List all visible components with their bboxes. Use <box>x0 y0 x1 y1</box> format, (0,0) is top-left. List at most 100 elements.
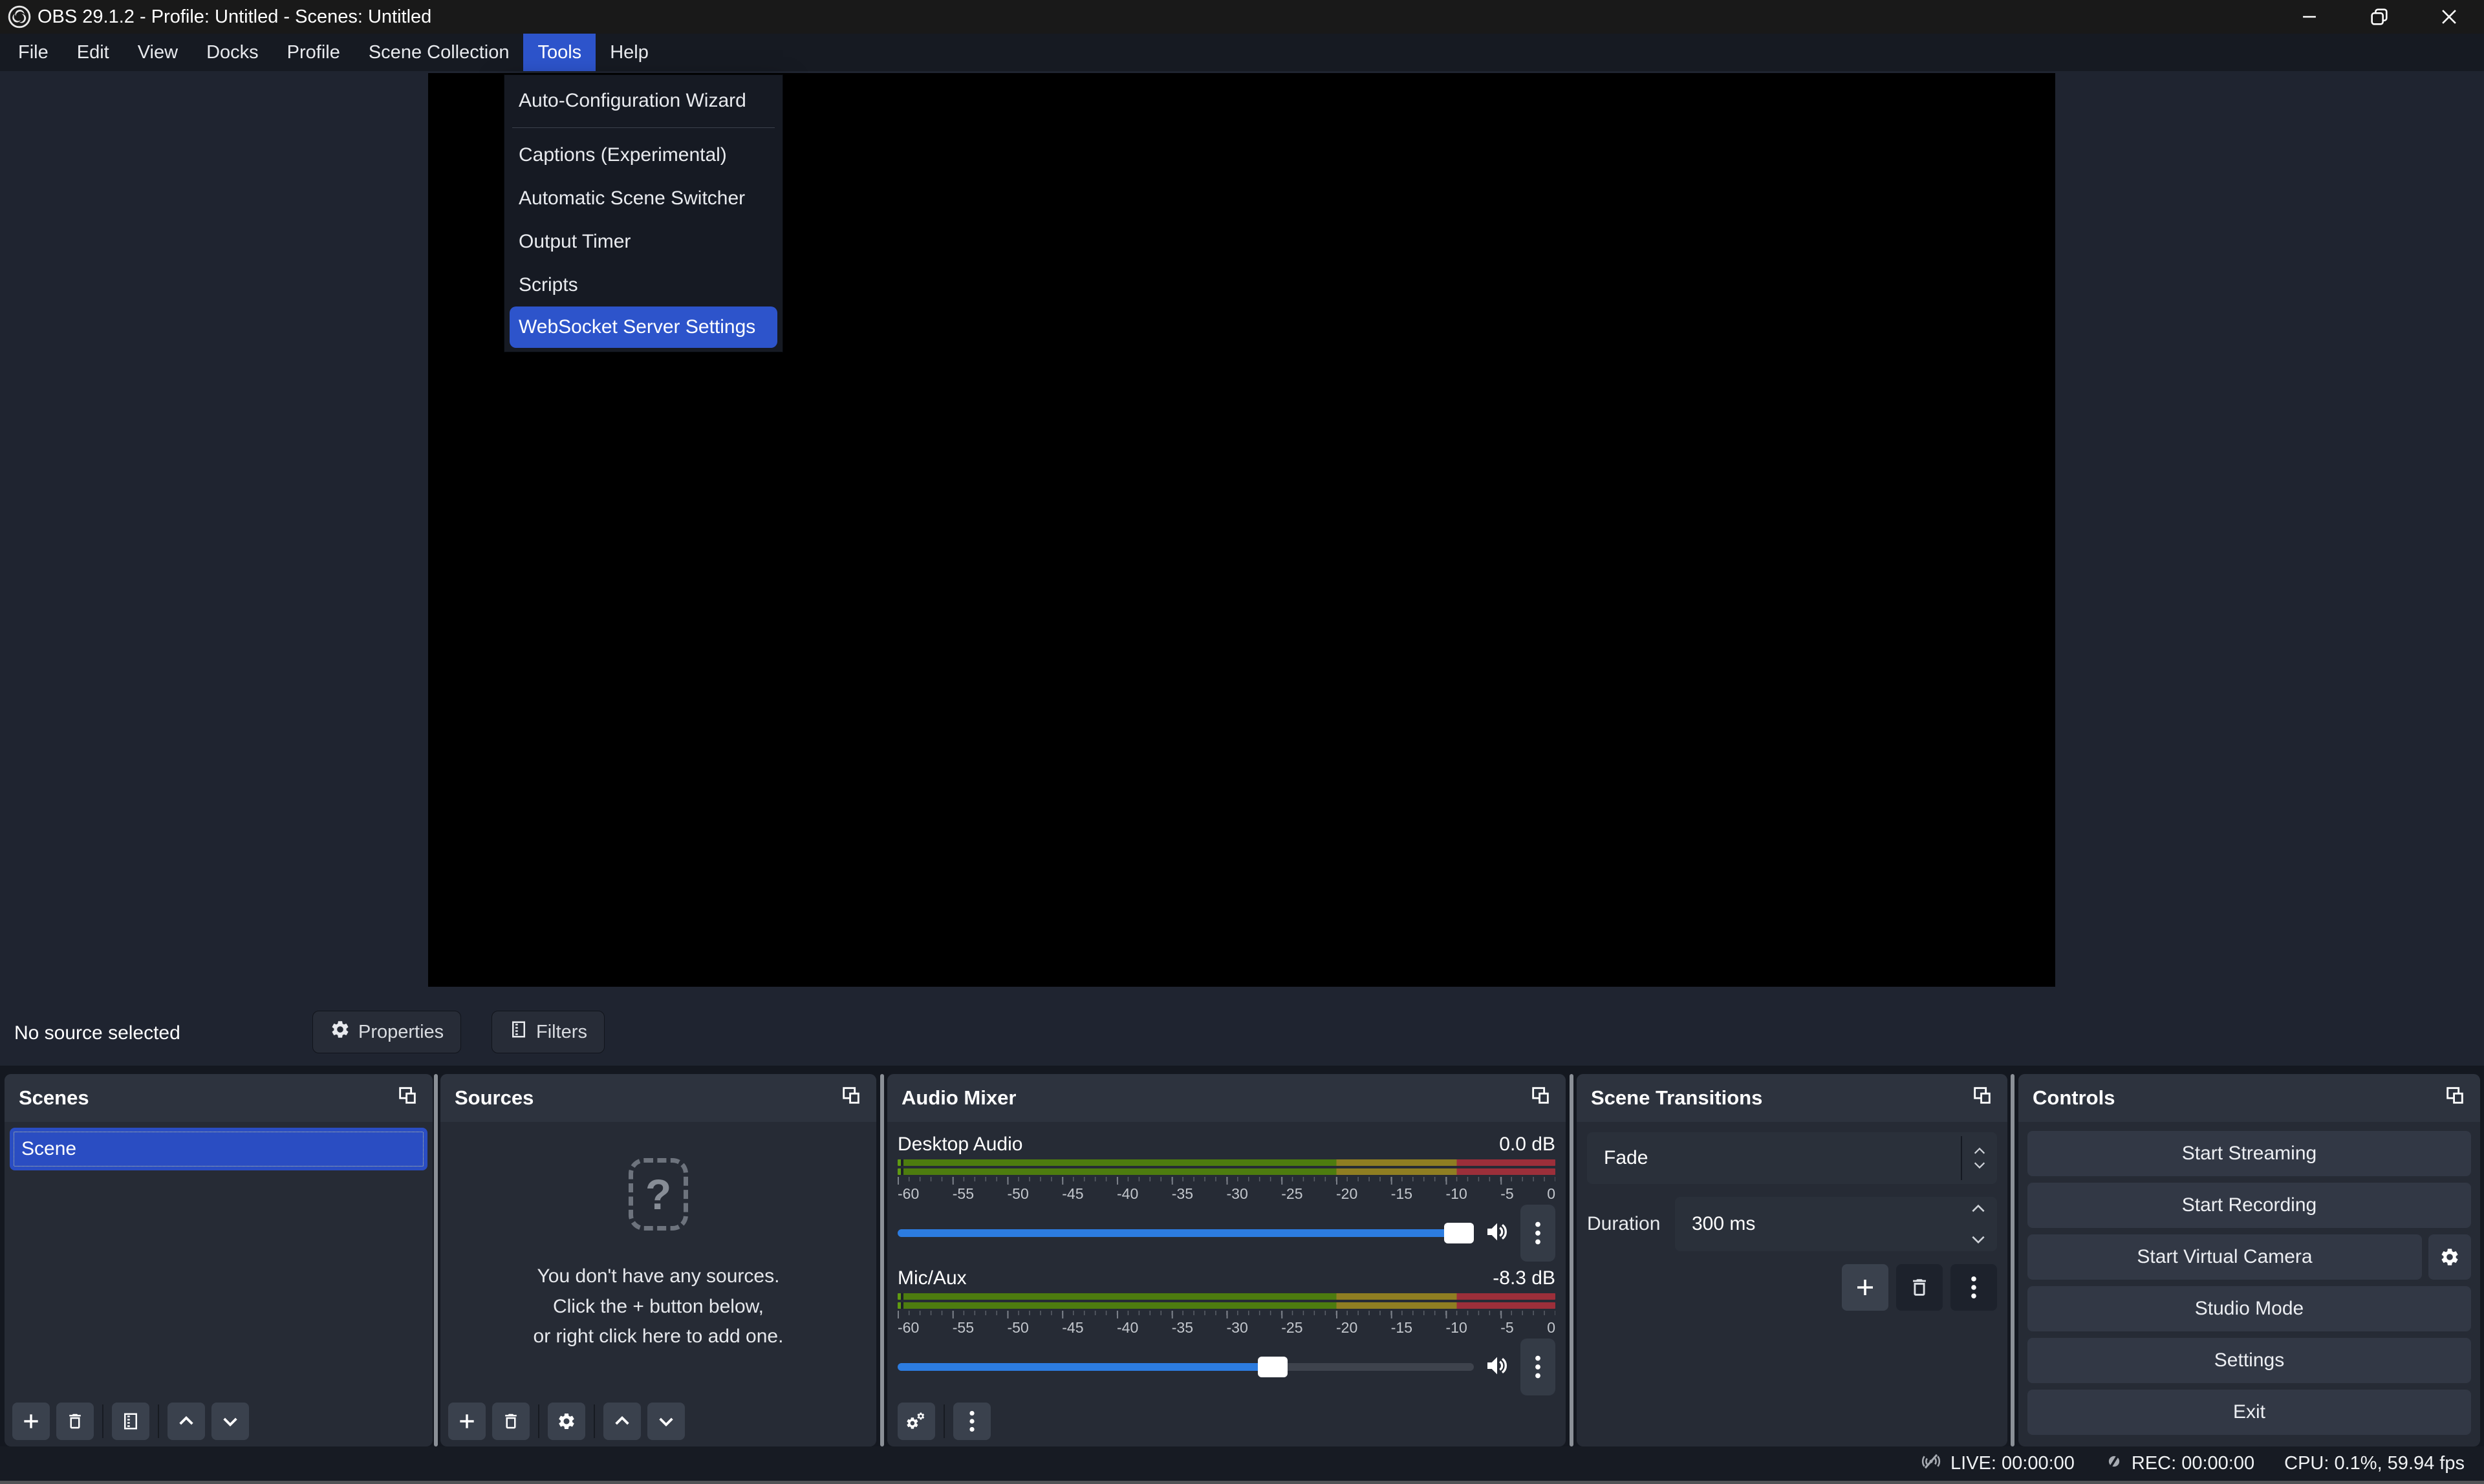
transition-menu-button[interactable] <box>1950 1264 1997 1311</box>
add-scene-button[interactable] <box>12 1403 50 1440</box>
popout-icon[interactable] <box>2444 1084 2466 1112</box>
scenes-panel: Scenes Scene <box>5 1074 433 1446</box>
minimize-button[interactable] <box>2274 0 2344 34</box>
dock-splitter[interactable] <box>1570 1074 1573 1446</box>
start-streaming-button[interactable]: Start Streaming <box>2027 1131 2471 1176</box>
scenes-panel-title: Scenes <box>19 1086 89 1110</box>
popout-icon[interactable] <box>1529 1084 1551 1112</box>
properties-button[interactable]: Properties <box>312 1011 461 1053</box>
source-properties-button[interactable] <box>548 1403 585 1440</box>
duration-spinbox[interactable]: 300 ms <box>1675 1197 1997 1251</box>
toolbar-separator <box>538 1404 539 1438</box>
mixer-menu-button[interactable] <box>953 1403 991 1440</box>
duration-value: 300 ms <box>1675 1213 1755 1235</box>
advanced-audio-properties-button[interactable] <box>898 1403 935 1440</box>
toolbar-separator <box>158 1404 159 1438</box>
scene-filters-button[interactable] <box>112 1403 149 1440</box>
channel-menu-button[interactable] <box>1520 1205 1555 1262</box>
tools-menu: Auto-Configuration Wizard Captions (Expe… <box>504 74 783 352</box>
transition-select[interactable]: Fade <box>1587 1132 1997 1184</box>
volume-slider[interactable] <box>898 1363 1474 1371</box>
tools-menu-item-auto-configuration-wizard[interactable]: Auto-Configuration Wizard <box>504 79 783 122</box>
window-controls <box>2274 0 2484 34</box>
remove-source-button[interactable] <box>492 1403 530 1440</box>
volume-meter <box>898 1302 1555 1309</box>
toolbar-separator <box>594 1404 595 1438</box>
exit-button[interactable]: Exit <box>2027 1390 2471 1435</box>
virtual-camera-settings-button[interactable] <box>2428 1234 2471 1280</box>
move-source-up-button[interactable] <box>603 1403 641 1440</box>
menu-help[interactable]: Help <box>596 34 663 71</box>
gear-icon <box>330 1019 351 1045</box>
channel-level-db: 0.0 dB <box>1499 1134 1555 1156</box>
filters-button[interactable]: Filters <box>491 1011 605 1053</box>
close-button[interactable] <box>2414 0 2484 34</box>
audio-mixer-panel: Audio Mixer Desktop Audio 0.0 dB <box>887 1074 1566 1446</box>
settings-button[interactable]: Settings <box>2027 1338 2471 1383</box>
menu-scene-collection[interactable]: Scene Collection <box>354 34 524 71</box>
main-area: No source selected Properties Filters <box>0 71 2484 1066</box>
volume-slider-handle[interactable] <box>1444 1223 1474 1243</box>
db-scale-labels: -60-55-50-45-40-35-30-25-20-15-10-50 <box>898 1185 1555 1203</box>
popout-icon[interactable] <box>396 1084 418 1112</box>
dock-splitter[interactable] <box>2011 1074 2014 1446</box>
move-scene-up-button[interactable] <box>167 1403 205 1440</box>
scenes-list: Scene <box>5 1122 433 1446</box>
volume-slider-fill <box>898 1363 1272 1371</box>
obs-window: OBS 29.1.2 - Profile: Untitled - Scenes:… <box>0 0 2484 1484</box>
db-scale-ticks <box>898 1177 1555 1185</box>
combo-arrows <box>1961 1136 1997 1180</box>
popout-icon[interactable] <box>840 1084 862 1112</box>
db-scale-labels: -60-55-50-45-40-35-30-25-20-15-10-50 <box>898 1319 1555 1337</box>
docks-area: Scenes Scene <box>0 1066 2484 1446</box>
move-scene-down-button[interactable] <box>211 1403 249 1440</box>
volume-slider[interactable] <box>898 1229 1474 1237</box>
volume-slider-handle[interactable] <box>1258 1357 1288 1377</box>
menu-docks[interactable]: Docks <box>192 34 273 71</box>
add-transition-button[interactable] <box>1842 1264 1888 1311</box>
db-scale-ticks <box>898 1311 1555 1318</box>
volume-meter <box>898 1168 1555 1175</box>
spin-arrows <box>1970 1203 1987 1245</box>
add-source-button[interactable] <box>448 1403 486 1440</box>
dock-splitter[interactable] <box>880 1074 884 1446</box>
tools-menu-item-automatic-scene-switcher[interactable]: Automatic Scene Switcher <box>504 177 783 220</box>
window-bottom-edge[interactable] <box>0 1481 2484 1484</box>
sources-toolbar <box>448 1403 685 1440</box>
channel-name: Desktop Audio <box>898 1134 1022 1156</box>
channel-name: Mic/Aux <box>898 1267 967 1289</box>
restore-button[interactable] <box>2344 0 2414 34</box>
speaker-icon[interactable] <box>1484 1219 1510 1248</box>
transitions-toolbar <box>1587 1264 1997 1311</box>
dock-splitter[interactable] <box>434 1074 438 1446</box>
statusbar: LIVE: 00:00:00 REC: 00:00:00 CPU: 0.1%, … <box>0 1446 2484 1481</box>
menu-profile[interactable]: Profile <box>273 34 354 71</box>
controls-panel: Controls Start Streaming Start Recording… <box>2018 1074 2480 1446</box>
move-source-down-button[interactable] <box>647 1403 685 1440</box>
menu-view[interactable]: View <box>124 34 192 71</box>
sources-list[interactable]: ? You don't have any sources. Click the … <box>440 1122 876 1446</box>
tools-menu-item-websocket-server-settings[interactable]: WebSocket Server Settings <box>510 306 777 348</box>
menu-edit[interactable]: Edit <box>63 34 124 71</box>
popout-icon[interactable] <box>1971 1084 1993 1112</box>
start-recording-button[interactable]: Start Recording <box>2027 1183 2471 1228</box>
mixer-channel-mic-aux: Mic/Aux -8.3 dB -60-55-50-45-40-35-30-25… <box>898 1264 1555 1390</box>
remove-scene-button[interactable] <box>56 1403 94 1440</box>
tools-menu-item-output-timer[interactable]: Output Timer <box>504 220 783 263</box>
start-virtual-camera-button[interactable]: Start Virtual Camera <box>2027 1234 2422 1280</box>
studio-mode-button[interactable]: Studio Mode <box>2027 1286 2471 1331</box>
channel-menu-button[interactable] <box>1520 1339 1555 1395</box>
tools-menu-item-captions[interactable]: Captions (Experimental) <box>504 133 783 177</box>
spin-up-icon <box>1970 1203 1987 1214</box>
scenes-panel-header: Scenes <box>5 1074 433 1122</box>
menu-file[interactable]: File <box>4 34 63 71</box>
menu-tools[interactable]: Tools <box>523 34 596 71</box>
scene-list-item-selected[interactable]: Scene <box>10 1128 427 1170</box>
speaker-icon[interactable] <box>1484 1353 1510 1382</box>
filters-button-label: Filters <box>536 1022 587 1043</box>
remove-transition-button[interactable] <box>1896 1264 1943 1311</box>
volume-slider-fill <box>898 1229 1474 1237</box>
sources-panel-header: Sources <box>440 1074 876 1122</box>
tools-menu-item-scripts[interactable]: Scripts <box>504 263 783 306</box>
duration-label: Duration <box>1587 1213 1663 1235</box>
